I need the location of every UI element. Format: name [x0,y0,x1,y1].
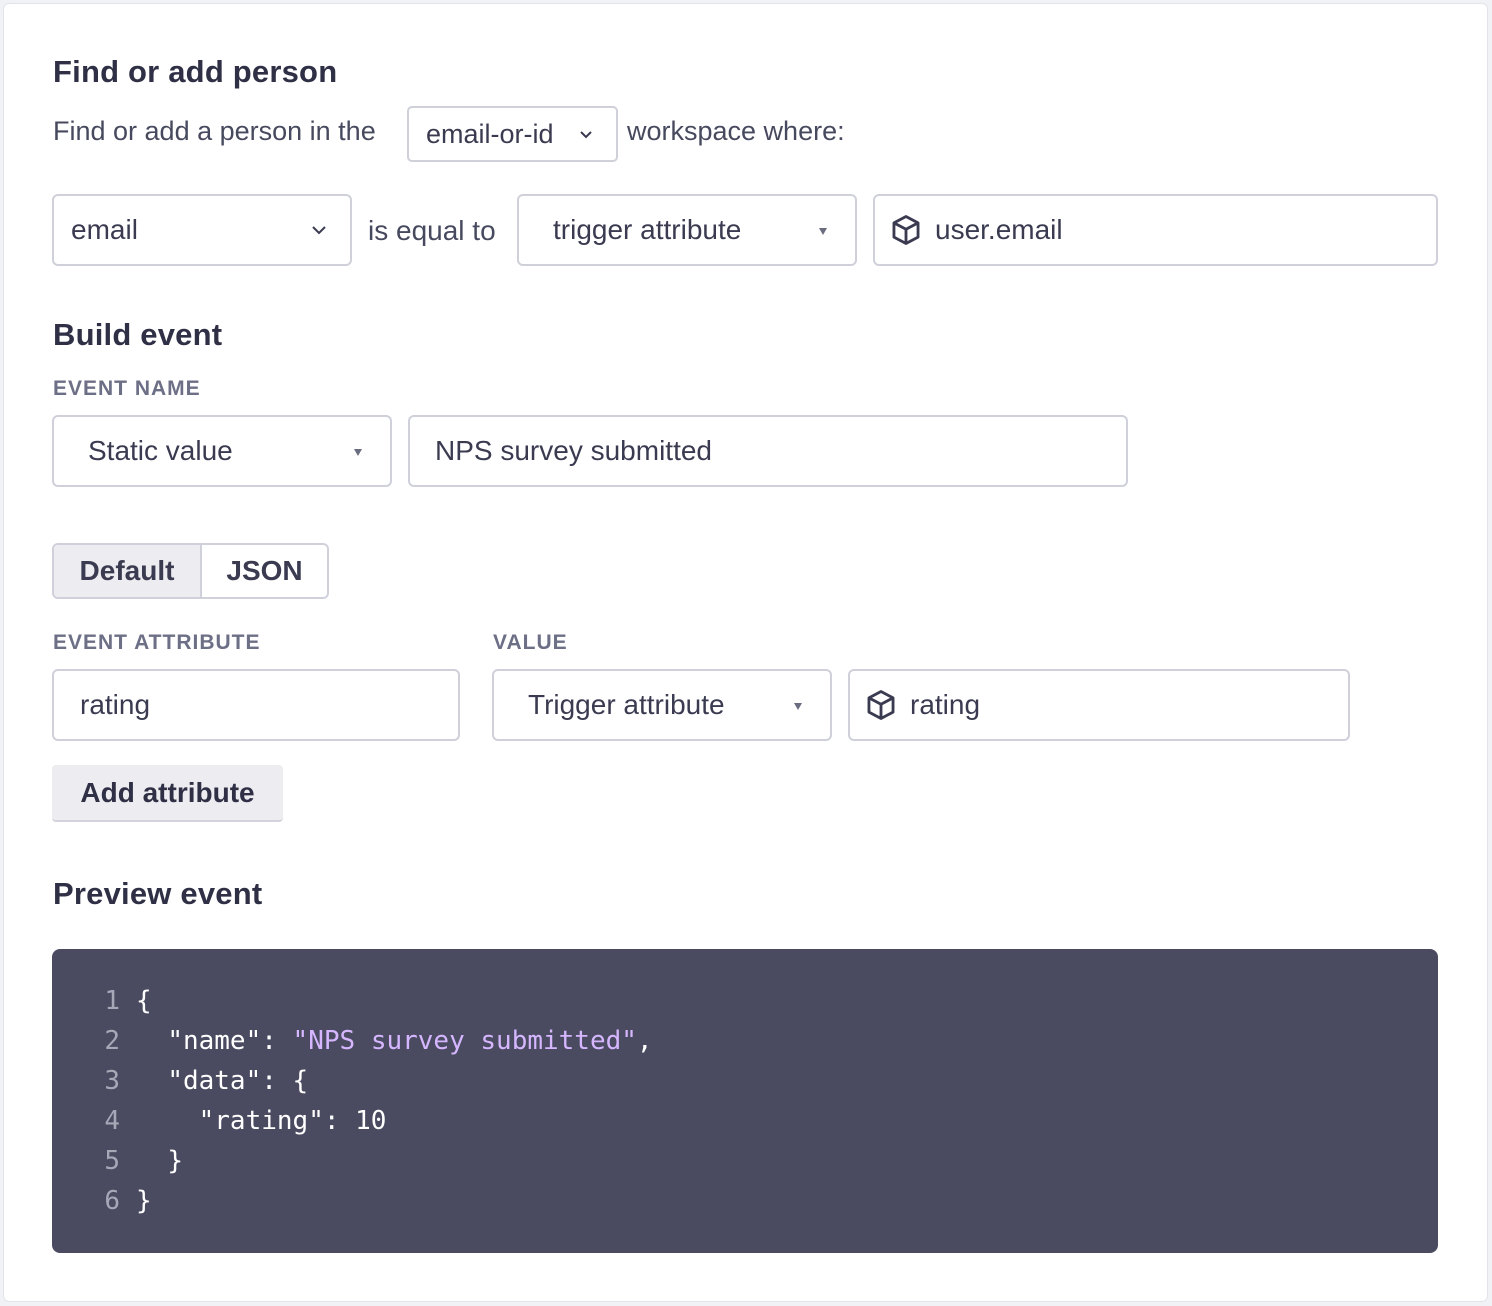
mode-toggle: Default JSON [52,543,329,599]
line-number: 2 [104,1026,120,1056]
attribute-name-input[interactable]: rating [52,669,460,741]
find-person-sentence-prefix: Find or add a person in the [53,116,376,146]
event-name-input-value: NPS survey submitted [435,435,712,466]
value-input-text: user.email [935,214,1063,245]
preview-code-block: 1{ 2 "name": "NPS survey submitted", 3 "… [52,949,1438,1253]
cube-icon [867,690,895,720]
code-line: 5 } [52,1141,183,1181]
code-line: 6} [52,1181,151,1221]
event-name-type-value: Static value [88,435,233,466]
caret-down-icon [819,228,827,235]
attribute-name-value: rating [80,689,151,720]
line-number: 3 [104,1066,120,1096]
workspace-select-value: email-or-id [426,118,554,149]
cube-icon [892,215,920,245]
workspace-select[interactable]: email-or-id [407,106,618,162]
code-string: "NPS survey submitted" [292,1026,637,1056]
line-number: 6 [104,1186,120,1216]
event-name-type-select[interactable]: Static value [52,415,392,487]
operator-text: is equal to [368,215,496,246]
code-line: 2 "name": "NPS survey submitted", [52,1021,652,1061]
value-type-select-value: trigger attribute [553,214,742,245]
value-label: VALUE [493,631,568,654]
caret-down-icon [794,703,802,710]
code-line: 4 "rating": 10 [52,1101,386,1141]
line-number: 4 [104,1106,120,1136]
tab-default[interactable]: Default [54,545,202,597]
attribute-value-type-value: Trigger attribute [528,689,725,720]
add-attribute-button[interactable]: Add attribute [52,765,283,822]
preview-event-title: Preview event [53,876,263,911]
build-event-title: Build event [53,317,223,352]
code-line: 3 "data": { [52,1061,308,1101]
event-name-label: EVENT NAME [53,377,201,400]
value-input[interactable]: user.email [873,194,1438,266]
tab-json[interactable]: JSON [202,545,327,597]
caret-down-icon [354,449,362,456]
find-person-title: Find or add person [53,54,338,89]
line-number: 5 [104,1146,120,1176]
chevron-down-icon [312,226,326,235]
attribute-value-input[interactable]: rating [848,669,1350,741]
event-attribute-label: EVENT ATTRIBUTE [53,631,261,654]
event-name-input[interactable]: NPS survey submitted [408,415,1128,487]
value-type-select[interactable]: trigger attribute [517,194,857,266]
attribute-value-text: rating [910,689,981,720]
field-select[interactable]: email [52,194,352,266]
chevron-down-icon [580,131,592,139]
find-person-sentence-suffix: workspace where: [627,116,845,146]
attribute-value-type-select[interactable]: Trigger attribute [492,669,832,741]
code-line: 1{ [52,981,151,1021]
line-number: 1 [104,986,120,1016]
field-select-value: email [71,214,138,245]
